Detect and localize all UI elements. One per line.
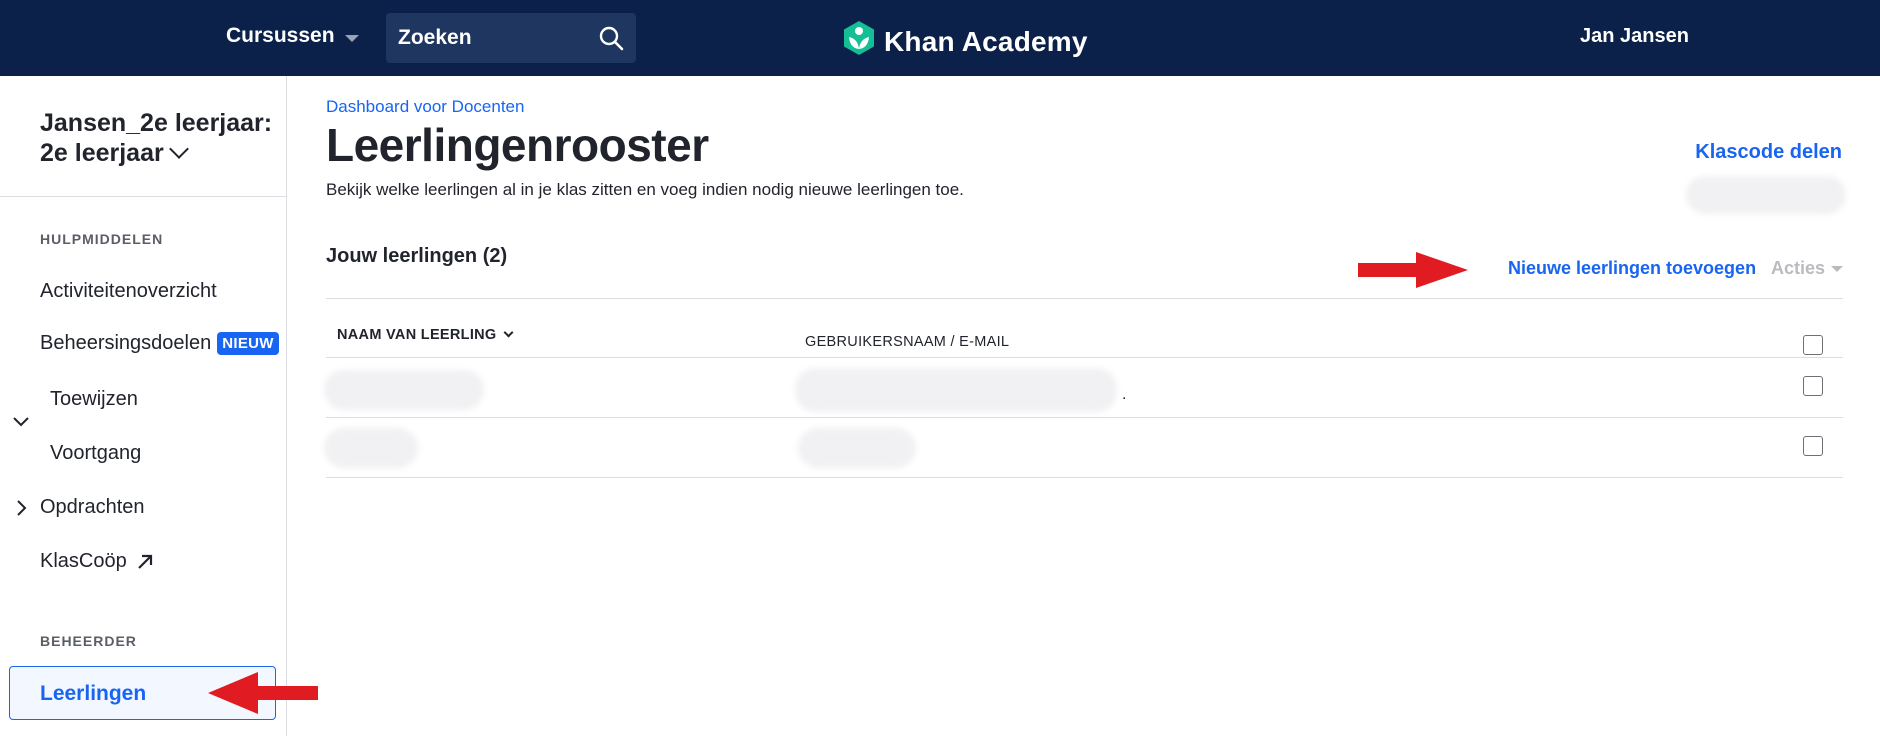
divider <box>326 477 1843 478</box>
search-input[interactable] <box>398 26 578 50</box>
sidebar-item-label: Activiteitenoverzicht <box>40 280 217 302</box>
sidebar-item-label: Toewijzen <box>50 388 138 410</box>
students-heading: Jouw leerlingen (2) <box>326 245 508 267</box>
column-header-username: GEBRUIKERSNAAM / E-MAIL <box>805 334 1009 350</box>
redacted-student-username <box>798 428 916 468</box>
sidebar-item-progress[interactable]: Voortgang <box>50 442 141 465</box>
khan-academy-logo[interactable]: Khan Academy <box>842 20 1088 63</box>
actions-dropdown[interactable]: Acties <box>1771 258 1844 279</box>
page-title: Leerlingenrooster <box>326 119 709 171</box>
sidebar-item-assignments[interactable]: Opdrachten <box>40 496 145 519</box>
khan-academy-logo-icon <box>842 20 876 63</box>
external-link-icon <box>137 554 153 570</box>
chevron-right-icon[interactable] <box>15 499 27 522</box>
row-checkbox[interactable] <box>1803 436 1823 456</box>
redacted-student-username <box>795 368 1117 412</box>
page-subtitle: Bekijk welke leerlingen al in je klas zi… <box>326 180 964 199</box>
divider <box>326 357 1843 358</box>
column-header-label: NAAM VAN LEERLING <box>337 327 497 343</box>
sidebar-item-label: Leerlingen <box>40 682 147 705</box>
sidebar-item-mastery-goals[interactable]: Beheersingsdoelen NIEUW <box>40 332 279 355</box>
sidebar-item-label: Voortgang <box>50 442 142 464</box>
user-menu-button[interactable]: Jan Jansen <box>1580 25 1689 48</box>
section-label-admin: BEHEERDER <box>40 633 137 649</box>
search-icon[interactable] <box>598 25 624 56</box>
sidebar-item-assign[interactable]: Toewijzen <box>50 388 138 411</box>
sidebar-item-activity-overview[interactable]: Activiteitenoverzicht <box>40 280 217 303</box>
top-navigation-bar: Cursussen Khan Academy Jan Jansen <box>0 0 1880 76</box>
add-new-students-button[interactable]: Nieuwe leerlingen toevoegen <box>1508 258 1756 279</box>
section-label-resources: HULPMIDDELEN <box>40 231 164 247</box>
sidebar-item-label: KlasCoöp <box>40 550 127 572</box>
chevron-down-icon <box>168 139 189 159</box>
column-header-label: GEBRUIKERSNAAM / E-MAIL <box>805 334 1010 350</box>
divider <box>326 417 1843 418</box>
row-checkbox[interactable] <box>1803 376 1823 396</box>
caret-down-icon <box>344 34 359 42</box>
logo-text: Khan Academy <box>884 25 1088 57</box>
redacted-student-name <box>324 428 418 468</box>
username-trailing-dot: . <box>1122 386 1127 403</box>
divider <box>326 298 1843 299</box>
class-selector[interactable]: Jansen_2e leerjaar: 2e leerjaar <box>40 108 280 168</box>
search-box <box>386 13 636 63</box>
breadcrumb[interactable]: Dashboard voor Docenten <box>326 97 524 117</box>
new-badge: NIEUW <box>217 332 279 355</box>
redacted-student-name <box>324 370 484 410</box>
select-all-checkbox[interactable] <box>1803 335 1823 355</box>
share-class-code-link[interactable]: Klascode delen <box>1695 141 1842 164</box>
courses-label: Cursussen <box>226 24 335 47</box>
class-title: Jansen_2e leerjaar: 2e leerjaar <box>40 109 273 167</box>
sidebar: Jansen_2e leerjaar: 2e leerjaar HULPMIDD… <box>0 76 287 736</box>
sort-chevron-icon <box>503 327 513 337</box>
caret-down-icon <box>1831 265 1844 272</box>
chevron-down-icon[interactable] <box>12 414 30 432</box>
redacted-class-code <box>1686 176 1846 214</box>
sidebar-item-label: Beheersingsdoelen <box>40 332 212 354</box>
courses-menu-button[interactable]: Cursussen <box>226 24 359 48</box>
actions-label: Acties <box>1771 258 1826 278</box>
red-arrow-right-icon <box>1358 252 1468 288</box>
sidebar-item-label: Opdrachten <box>40 496 145 518</box>
sidebar-item-classcoop[interactable]: KlasCoöp <box>40 550 153 573</box>
red-arrow-left-icon <box>208 672 318 714</box>
sidebar-divider <box>0 196 286 197</box>
column-header-student-name[interactable]: NAAM VAN LEERLING <box>337 327 513 343</box>
